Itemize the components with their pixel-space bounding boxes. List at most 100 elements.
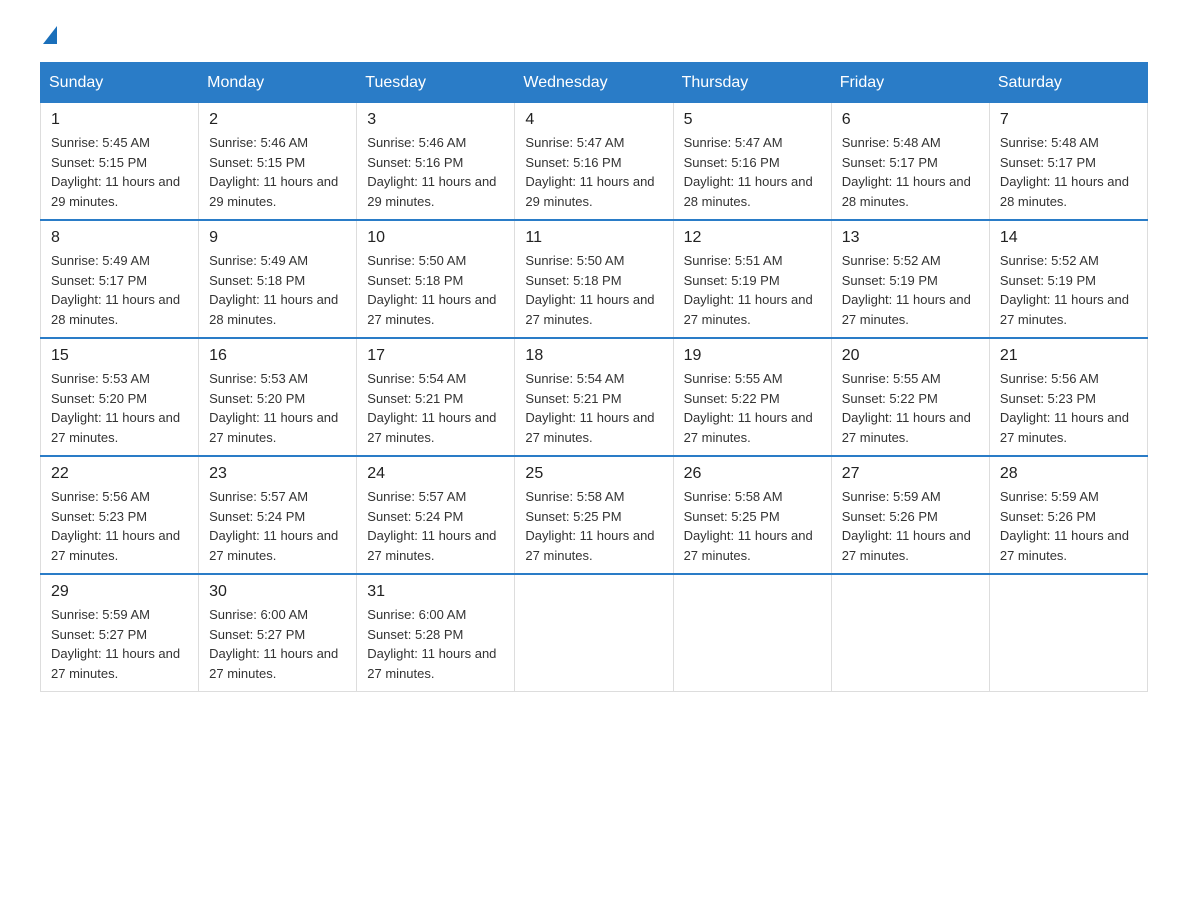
sunrise-label: Sunrise: 5:53 AM — [51, 371, 150, 386]
daylight-label: Daylight: 11 hours and 27 minutes. — [684, 410, 813, 445]
sunrise-label: Sunrise: 6:00 AM — [209, 607, 308, 622]
sunrise-label: Sunrise: 5:54 AM — [367, 371, 466, 386]
day-info: Sunrise: 5:46 AM Sunset: 5:15 PM Dayligh… — [209, 133, 346, 211]
header-friday: Friday — [831, 63, 989, 103]
sunrise-label: Sunrise: 5:57 AM — [209, 489, 308, 504]
sunrise-label: Sunrise: 5:58 AM — [525, 489, 624, 504]
daylight-label: Daylight: 11 hours and 27 minutes. — [1000, 528, 1129, 563]
sunrise-label: Sunrise: 5:52 AM — [1000, 253, 1099, 268]
day-info: Sunrise: 5:49 AM Sunset: 5:18 PM Dayligh… — [209, 251, 346, 329]
sunrise-label: Sunrise: 5:50 AM — [525, 253, 624, 268]
day-info: Sunrise: 5:47 AM Sunset: 5:16 PM Dayligh… — [684, 133, 821, 211]
calendar-week-row: 22 Sunrise: 5:56 AM Sunset: 5:23 PM Dayl… — [41, 456, 1148, 574]
sunrise-label: Sunrise: 5:51 AM — [684, 253, 783, 268]
sunset-label: Sunset: 5:17 PM — [51, 273, 147, 288]
daylight-label: Daylight: 11 hours and 27 minutes. — [51, 646, 180, 681]
header-saturday: Saturday — [989, 63, 1147, 103]
daylight-label: Daylight: 11 hours and 28 minutes. — [51, 292, 180, 327]
day-info: Sunrise: 5:53 AM Sunset: 5:20 PM Dayligh… — [51, 369, 188, 447]
calendar-cell: 3 Sunrise: 5:46 AM Sunset: 5:16 PM Dayli… — [357, 103, 515, 221]
calendar-cell: 10 Sunrise: 5:50 AM Sunset: 5:18 PM Dayl… — [357, 220, 515, 338]
sunrise-label: Sunrise: 5:50 AM — [367, 253, 466, 268]
day-number: 5 — [684, 111, 821, 129]
calendar-cell: 20 Sunrise: 5:55 AM Sunset: 5:22 PM Dayl… — [831, 338, 989, 456]
day-info: Sunrise: 5:45 AM Sunset: 5:15 PM Dayligh… — [51, 133, 188, 211]
calendar-cell: 28 Sunrise: 5:59 AM Sunset: 5:26 PM Dayl… — [989, 456, 1147, 574]
day-number: 11 — [525, 229, 662, 247]
daylight-label: Daylight: 11 hours and 27 minutes. — [209, 646, 338, 681]
daylight-label: Daylight: 11 hours and 29 minutes. — [525, 174, 654, 209]
daylight-label: Daylight: 11 hours and 27 minutes. — [51, 410, 180, 445]
calendar-cell: 24 Sunrise: 5:57 AM Sunset: 5:24 PM Dayl… — [357, 456, 515, 574]
day-number: 29 — [51, 583, 188, 601]
sunrise-label: Sunrise: 5:52 AM — [842, 253, 941, 268]
day-info: Sunrise: 5:59 AM Sunset: 5:27 PM Dayligh… — [51, 605, 188, 683]
day-info: Sunrise: 5:55 AM Sunset: 5:22 PM Dayligh… — [842, 369, 979, 447]
calendar-cell: 14 Sunrise: 5:52 AM Sunset: 5:19 PM Dayl… — [989, 220, 1147, 338]
sunset-label: Sunset: 5:19 PM — [684, 273, 780, 288]
calendar-cell — [673, 574, 831, 692]
sunset-label: Sunset: 5:16 PM — [367, 155, 463, 170]
daylight-label: Daylight: 11 hours and 27 minutes. — [367, 646, 496, 681]
sunrise-label: Sunrise: 5:59 AM — [51, 607, 150, 622]
calendar-cell: 25 Sunrise: 5:58 AM Sunset: 5:25 PM Dayl… — [515, 456, 673, 574]
logo — [40, 30, 57, 42]
day-info: Sunrise: 5:53 AM Sunset: 5:20 PM Dayligh… — [209, 369, 346, 447]
calendar-week-row: 15 Sunrise: 5:53 AM Sunset: 5:20 PM Dayl… — [41, 338, 1148, 456]
logo-triangle-icon — [43, 26, 57, 44]
sunset-label: Sunset: 5:26 PM — [842, 509, 938, 524]
day-number: 27 — [842, 465, 979, 483]
day-info: Sunrise: 5:50 AM Sunset: 5:18 PM Dayligh… — [367, 251, 504, 329]
sunset-label: Sunset: 5:16 PM — [684, 155, 780, 170]
calendar-cell: 30 Sunrise: 6:00 AM Sunset: 5:27 PM Dayl… — [199, 574, 357, 692]
calendar-cell: 8 Sunrise: 5:49 AM Sunset: 5:17 PM Dayli… — [41, 220, 199, 338]
daylight-label: Daylight: 11 hours and 27 minutes. — [842, 410, 971, 445]
sunset-label: Sunset: 5:20 PM — [209, 391, 305, 406]
daylight-label: Daylight: 11 hours and 29 minutes. — [367, 174, 496, 209]
sunrise-label: Sunrise: 5:47 AM — [525, 135, 624, 150]
day-number: 17 — [367, 347, 504, 365]
day-number: 6 — [842, 111, 979, 129]
calendar-cell: 21 Sunrise: 5:56 AM Sunset: 5:23 PM Dayl… — [989, 338, 1147, 456]
day-info: Sunrise: 5:47 AM Sunset: 5:16 PM Dayligh… — [525, 133, 662, 211]
daylight-label: Daylight: 11 hours and 27 minutes. — [367, 528, 496, 563]
calendar-cell: 9 Sunrise: 5:49 AM Sunset: 5:18 PM Dayli… — [199, 220, 357, 338]
day-info: Sunrise: 5:59 AM Sunset: 5:26 PM Dayligh… — [1000, 487, 1137, 565]
header-thursday: Thursday — [673, 63, 831, 103]
day-number: 31 — [367, 583, 504, 601]
sunset-label: Sunset: 5:22 PM — [684, 391, 780, 406]
sunset-label: Sunset: 5:26 PM — [1000, 509, 1096, 524]
header-tuesday: Tuesday — [357, 63, 515, 103]
sunset-label: Sunset: 5:20 PM — [51, 391, 147, 406]
day-number: 22 — [51, 465, 188, 483]
calendar-cell: 13 Sunrise: 5:52 AM Sunset: 5:19 PM Dayl… — [831, 220, 989, 338]
day-info: Sunrise: 5:56 AM Sunset: 5:23 PM Dayligh… — [1000, 369, 1137, 447]
sunset-label: Sunset: 5:24 PM — [367, 509, 463, 524]
daylight-label: Daylight: 11 hours and 27 minutes. — [842, 292, 971, 327]
day-info: Sunrise: 5:49 AM Sunset: 5:17 PM Dayligh… — [51, 251, 188, 329]
daylight-label: Daylight: 11 hours and 27 minutes. — [209, 410, 338, 445]
day-info: Sunrise: 5:52 AM Sunset: 5:19 PM Dayligh… — [842, 251, 979, 329]
daylight-label: Daylight: 11 hours and 27 minutes. — [367, 410, 496, 445]
daylight-label: Daylight: 11 hours and 28 minutes. — [842, 174, 971, 209]
day-number: 15 — [51, 347, 188, 365]
sunset-label: Sunset: 5:27 PM — [51, 627, 147, 642]
calendar-cell: 29 Sunrise: 5:59 AM Sunset: 5:27 PM Dayl… — [41, 574, 199, 692]
header-wednesday: Wednesday — [515, 63, 673, 103]
sunset-label: Sunset: 5:27 PM — [209, 627, 305, 642]
header-monday: Monday — [199, 63, 357, 103]
calendar-cell: 19 Sunrise: 5:55 AM Sunset: 5:22 PM Dayl… — [673, 338, 831, 456]
daylight-label: Daylight: 11 hours and 27 minutes. — [525, 292, 654, 327]
day-info: Sunrise: 5:51 AM Sunset: 5:19 PM Dayligh… — [684, 251, 821, 329]
day-number: 14 — [1000, 229, 1137, 247]
day-info: Sunrise: 5:57 AM Sunset: 5:24 PM Dayligh… — [367, 487, 504, 565]
calendar-cell: 27 Sunrise: 5:59 AM Sunset: 5:26 PM Dayl… — [831, 456, 989, 574]
daylight-label: Daylight: 11 hours and 28 minutes. — [684, 174, 813, 209]
day-info: Sunrise: 5:48 AM Sunset: 5:17 PM Dayligh… — [842, 133, 979, 211]
calendar-header-row: SundayMondayTuesdayWednesdayThursdayFrid… — [41, 63, 1148, 103]
calendar-cell — [989, 574, 1147, 692]
day-info: Sunrise: 5:46 AM Sunset: 5:16 PM Dayligh… — [367, 133, 504, 211]
sunset-label: Sunset: 5:16 PM — [525, 155, 621, 170]
sunset-label: Sunset: 5:22 PM — [842, 391, 938, 406]
day-number: 26 — [684, 465, 821, 483]
